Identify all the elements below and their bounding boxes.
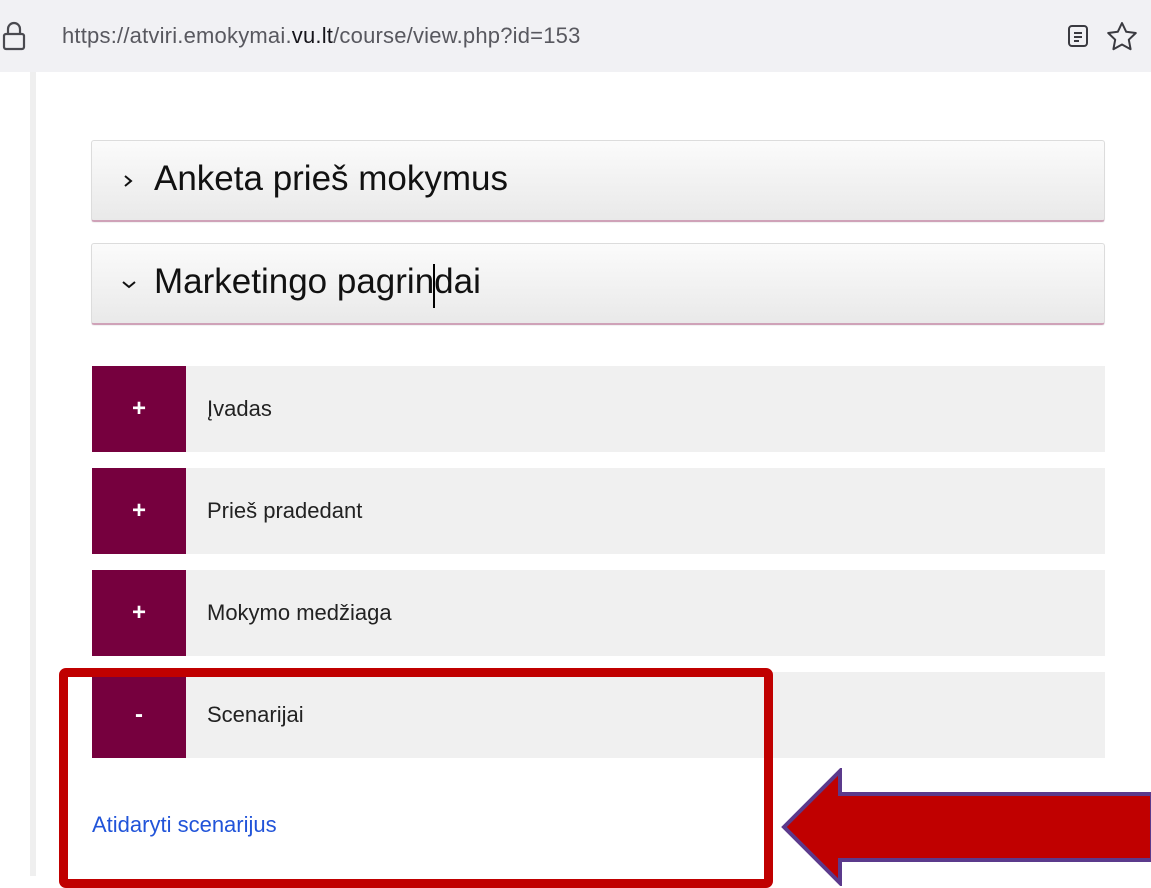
topic-pries-pradedant[interactable]: + Prieš pradedant (92, 468, 1105, 554)
expand-button[interactable]: + (92, 366, 186, 452)
left-arrow-icon (781, 768, 1151, 886)
expand-button[interactable]: + (92, 570, 186, 656)
topic-label[interactable]: Mokymo medžiaga (207, 600, 392, 626)
section-title: Marketingo pagrindai (154, 262, 481, 301)
address-bar[interactable]: https://atviri.emokymai.vu.lt/course/vie… (0, 0, 1151, 72)
url-domain: vu.lt (291, 23, 334, 48)
highlight-box (59, 668, 773, 888)
section-header-anketa[interactable]: Anketa prieš mokymus (91, 140, 1105, 222)
section-title: Anketa prieš mokymus (154, 159, 509, 198)
chevron-right-icon (124, 175, 133, 187)
page-left-border (30, 72, 36, 876)
url-prefix: https://atviri.emokymai. (62, 23, 292, 48)
topic-mokymo-medziaga[interactable]: + Mokymo medžiaga (92, 570, 1105, 656)
topic-label[interactable]: Prieš pradedant (207, 498, 362, 524)
url-path: /course/view.php?id=153 (333, 23, 581, 48)
section-header-marketingo[interactable]: Marketingo pagrindai (91, 243, 1105, 325)
url-text[interactable]: https://atviri.emokymai.vu.lt/course/vie… (62, 23, 581, 49)
topic-label[interactable]: Įvadas (207, 396, 272, 422)
text-cursor (433, 264, 435, 308)
reader-view-icon[interactable] (1067, 24, 1089, 48)
bookmark-star-icon[interactable] (1106, 21, 1138, 51)
expand-button[interactable]: + (92, 468, 186, 554)
lock-icon[interactable] (2, 20, 26, 52)
chevron-down-icon (122, 281, 136, 289)
topic-ivadas[interactable]: + Įvadas (92, 366, 1105, 452)
